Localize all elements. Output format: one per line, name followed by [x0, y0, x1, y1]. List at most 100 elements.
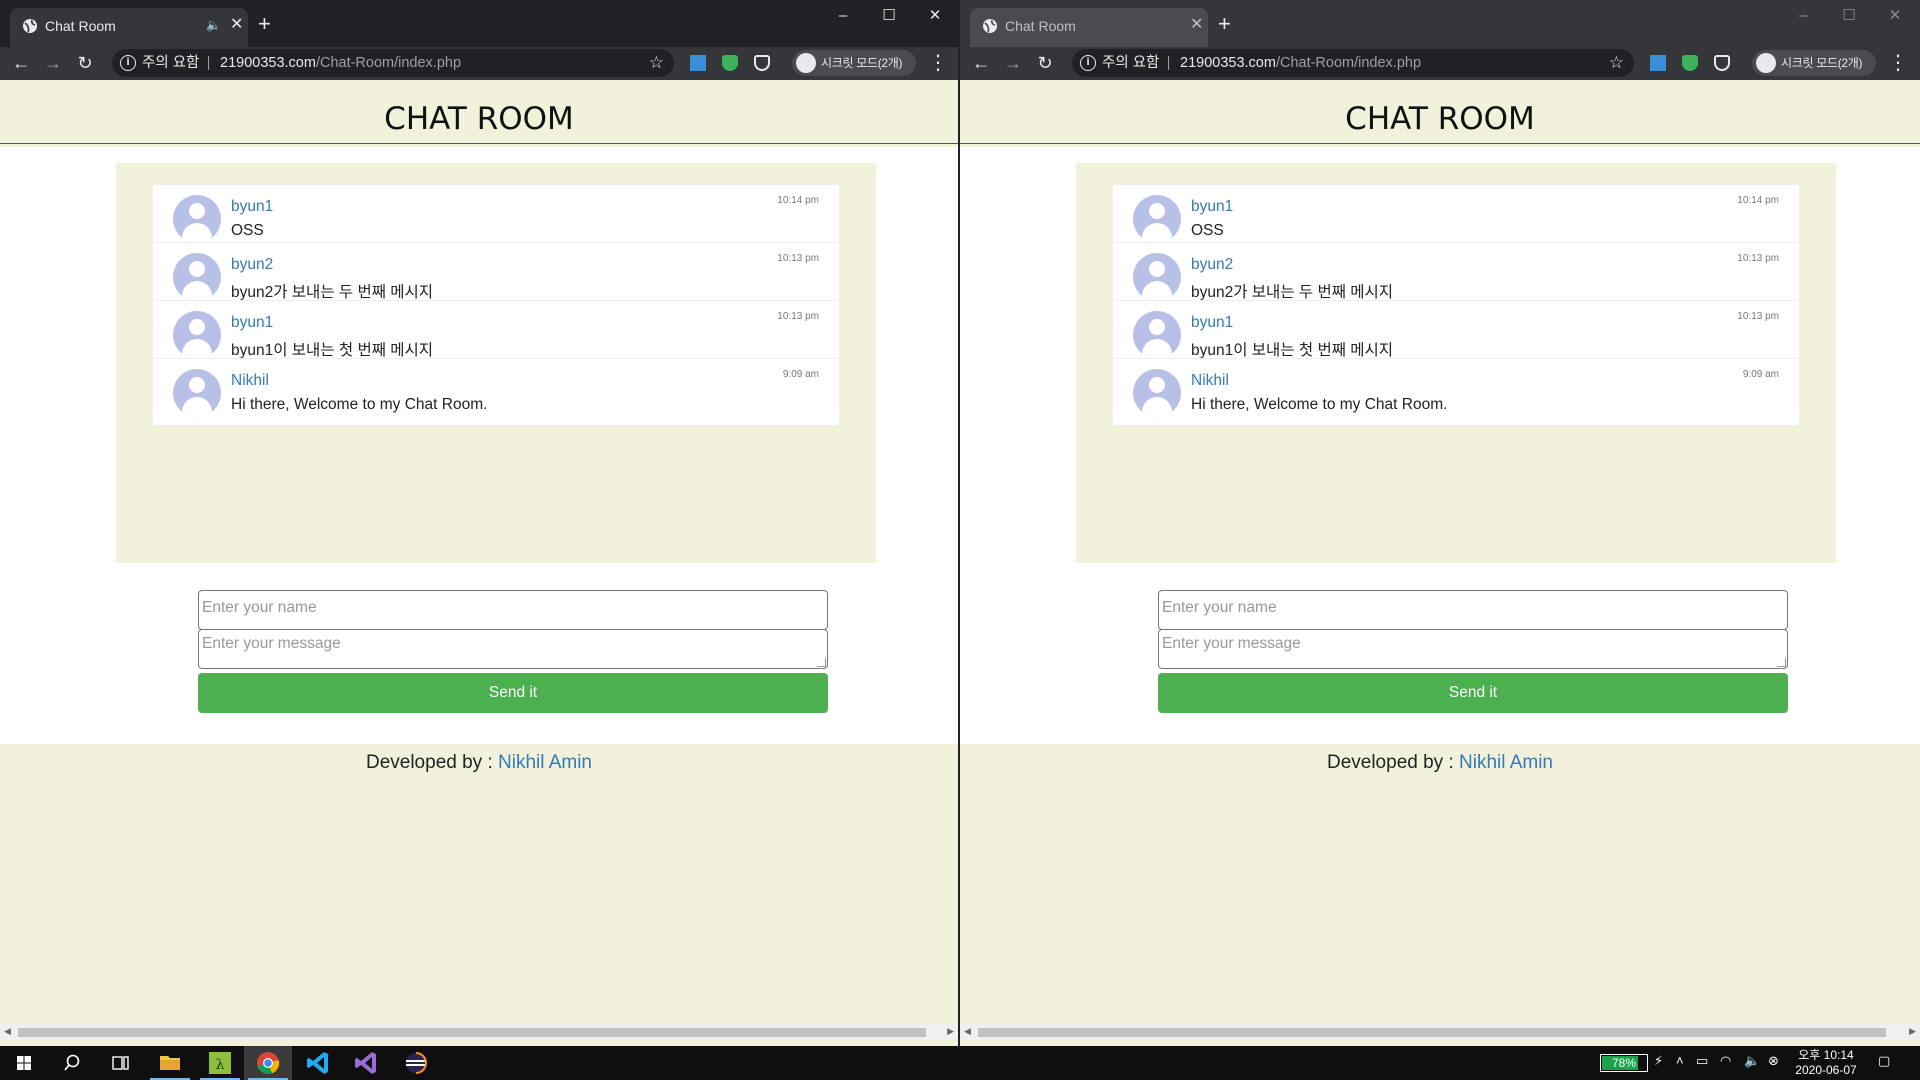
search-button[interactable] [48, 1046, 96, 1080]
security-warning: 주의 요함 [142, 55, 200, 71]
vscode-button[interactable] [294, 1046, 342, 1080]
message-textarea[interactable]: Enter your message [1158, 629, 1788, 669]
forward-button[interactable]: → [1000, 50, 1026, 76]
new-tab-button[interactable]: + [1218, 12, 1231, 36]
clock[interactable]: 오후 10:14 2020-06-07 [1790, 1048, 1862, 1078]
page-header: CHAT ROOM [960, 80, 1920, 144]
info-icon[interactable]: i [1080, 55, 1096, 71]
chrome-icon [257, 1052, 280, 1075]
minimize-button[interactable]: – [1780, 2, 1826, 30]
menu-icon[interactable]: ⋮ [1888, 50, 1908, 76]
speaker-icon[interactable]: 🔈 [206, 18, 221, 32]
author-link[interactable]: Nikhil Amin [1459, 752, 1553, 773]
message-user: byun2 [231, 256, 274, 273]
battery-icon[interactable]: ▭ [1696, 1053, 1708, 1069]
page-title: CHAT ROOM [1345, 101, 1535, 137]
reload-button[interactable]: ↻ [1032, 50, 1058, 76]
close-window-button[interactable]: ✕ [912, 2, 958, 30]
tab-chat-room[interactable]: Chat Room ✕ [970, 8, 1208, 47]
power-plug-icon[interactable]: ⚡ [1654, 1053, 1663, 1069]
bookmark-star-icon[interactable]: ☆ [649, 49, 664, 77]
address-bar[interactable]: i 주의 요함 21900353.com/Chat-Room/index.php… [1072, 49, 1634, 77]
scroll-right-icon[interactable]: ▶ [947, 1026, 954, 1037]
bookmark-star-icon[interactable]: ☆ [1609, 49, 1624, 77]
eclipse-icon [406, 1052, 428, 1074]
extension-icon[interactable] [1650, 55, 1666, 71]
send-button[interactable]: Send it [198, 673, 828, 713]
resize-handle[interactable] [1777, 658, 1786, 667]
close-tab-icon[interactable]: ✕ [1190, 16, 1203, 34]
chat-box: byun1 OSS 10:14 pm byun2 byun2가 보내는 두 번째… [1076, 163, 1836, 563]
name-input[interactable]: Enter your name [198, 590, 828, 630]
scroll-right-icon[interactable]: ▶ [1909, 1026, 1916, 1037]
battery-indicator[interactable]: 78% [1600, 1054, 1648, 1072]
reload-button[interactable]: ↻ [72, 50, 98, 76]
footer: Developed by : Nikhil Amin [0, 752, 958, 774]
message-text: byun2가 보내는 두 번째 메시지 [231, 284, 434, 301]
message-user: Nikhil [231, 372, 269, 389]
task-view-button[interactable] [96, 1046, 144, 1080]
file-explorer-button[interactable] [146, 1046, 194, 1080]
page-header: CHAT ROOM [0, 80, 958, 144]
visual-studio-icon [355, 1052, 376, 1074]
avatar-icon [1133, 311, 1181, 359]
maximize-button[interactable]: ☐ [866, 2, 912, 30]
scroll-left-icon[interactable]: ◀ [964, 1026, 971, 1037]
send-button[interactable]: Send it [1158, 673, 1788, 713]
message-user: byun1 [231, 314, 274, 331]
globe-icon [983, 19, 997, 33]
tab-chat-room[interactable]: Chat Room 🔈 ✕ [10, 8, 248, 47]
shield-icon[interactable] [722, 55, 738, 71]
latex-app-button[interactable]: λ [196, 1046, 244, 1080]
footer-prefix: Developed by : [1326, 752, 1460, 773]
scrollbar-thumb[interactable] [18, 1028, 926, 1037]
no-network-icon[interactable]: ⊗ [1768, 1053, 1779, 1069]
message-text: OSS [1191, 222, 1224, 239]
tab-title: Chat Room [1005, 18, 1076, 34]
eclipse-button[interactable] [392, 1046, 440, 1080]
avatar-icon [173, 311, 221, 359]
maximize-button[interactable]: ☐ [1826, 2, 1872, 30]
message-text: Hi there, Welcome to my Chat Room. [1191, 396, 1448, 413]
wifi-icon[interactable]: ◠ [1720, 1053, 1731, 1069]
author-link[interactable]: Nikhil Amin [498, 752, 592, 773]
resize-handle[interactable] [817, 658, 826, 667]
address-bar[interactable]: i 주의 요함 21900353.com/Chat-Room/index.php… [112, 49, 674, 77]
visual-studio-button[interactable] [342, 1046, 390, 1080]
message-time: 9:09 am [1742, 369, 1779, 380]
shield-icon[interactable] [1682, 55, 1698, 71]
chat-box: byun1 OSS 10:14 pm byun2 byun2가 보내는 두 번째… [116, 163, 876, 563]
start-button[interactable] [0, 1046, 48, 1080]
back-button[interactable]: ← [8, 50, 34, 76]
message-text: byun1이 보내는 첫 번째 메시지 [1191, 342, 1394, 359]
footer: Developed by : Nikhil Amin [960, 752, 1920, 774]
message-textarea[interactable]: Enter your message [198, 629, 828, 669]
info-icon[interactable]: i [120, 55, 136, 71]
chrome-button[interactable] [244, 1046, 292, 1080]
close-tab-icon[interactable]: ✕ [230, 16, 243, 34]
horizontal-scrollbar[interactable]: ◀ ▶ [0, 1024, 958, 1040]
forward-button[interactable]: → [40, 50, 66, 76]
close-window-button[interactable]: ✕ [1872, 2, 1918, 30]
shield-outline-icon[interactable] [754, 55, 770, 71]
volume-icon[interactable]: 🔈 [1744, 1053, 1760, 1069]
shield-outline-icon[interactable] [1714, 55, 1730, 71]
main-content: byun1 OSS 10:14 pm byun2 byun2가 보내는 두 번째… [0, 147, 958, 744]
url-text: 21900353.com/Chat-Room/index.php [220, 55, 462, 71]
back-button[interactable]: ← [968, 50, 994, 76]
message-text: OSS [231, 222, 264, 239]
incognito-indicator[interactable]: 시크릿 모드(2개) [1752, 50, 1876, 76]
scrollbar-thumb[interactable] [978, 1028, 1886, 1037]
name-input[interactable]: Enter your name [1158, 590, 1788, 630]
menu-icon[interactable]: ⋮ [928, 50, 948, 76]
new-tab-button[interactable]: + [258, 12, 271, 36]
incognito-indicator[interactable]: 시크릿 모드(2개) [792, 50, 916, 76]
horizontal-scrollbar[interactable]: ◀ ▶ [960, 1024, 1920, 1040]
message-user: byun1 [1191, 198, 1234, 215]
extension-icon[interactable] [690, 55, 706, 71]
notification-icon[interactable]: ▢ [1878, 1053, 1890, 1069]
tab-title: Chat Room [45, 18, 116, 34]
chevron-up-icon[interactable]: ˄ [1676, 1053, 1684, 1068]
minimize-button[interactable]: – [820, 2, 866, 30]
scroll-left-icon[interactable]: ◀ [4, 1026, 11, 1037]
